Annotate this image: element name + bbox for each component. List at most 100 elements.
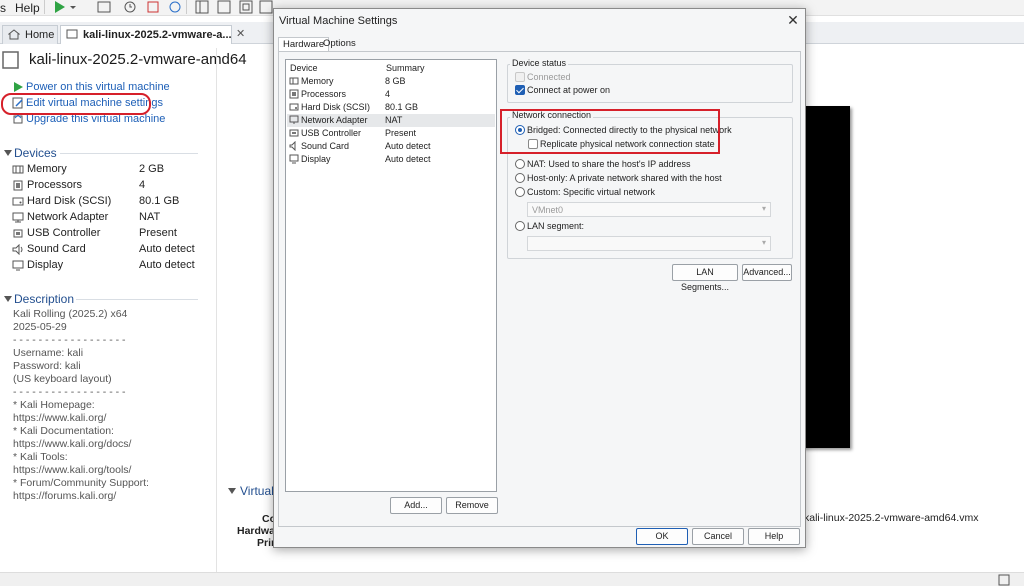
description-line: https://forums.kali.org/ <box>13 490 117 502</box>
list-item-usb-controller[interactable]: USB Controller Present <box>287 127 495 140</box>
vmnet-select[interactable]: VMnet0 ▾ <box>527 202 771 217</box>
device-row-usb-controller[interactable]: USB Controller Present <box>0 227 200 241</box>
list-item-value: 8 GB <box>385 76 406 86</box>
description-line: - - - - - - - - - - - - - - - - - - <box>13 334 126 346</box>
nat-radio[interactable] <box>515 159 525 169</box>
bridged-highlight <box>500 109 720 154</box>
description-collapse-icon[interactable] <box>4 296 12 302</box>
power-on-link[interactable]: Power on this virtual machine <box>26 81 170 93</box>
vm-icon <box>66 29 78 39</box>
menu-separator <box>44 0 45 14</box>
connected-label: Connected <box>527 72 571 82</box>
vm-console-preview[interactable] <box>802 106 850 448</box>
description-line: https://www.kali.org/tools/ <box>13 464 132 476</box>
list-item-processors[interactable]: Processors 4 <box>287 88 495 101</box>
lan-segment-select[interactable]: ▾ <box>527 236 771 251</box>
device-name: USB Controller <box>27 227 101 239</box>
revert-snapshot-icon[interactable] <box>145 0 161 14</box>
help-button[interactable]: Help <box>748 528 800 545</box>
list-item-name: Processors <box>301 89 347 99</box>
message-log-icon[interactable] <box>998 574 1010 586</box>
description-line: (US keyboard layout) <box>13 373 112 385</box>
list-item-value: Present <box>385 128 417 138</box>
device-row-display[interactable]: Display Auto detect <box>0 259 200 273</box>
list-item-value: 80.1 GB <box>385 102 419 112</box>
play-icon[interactable] <box>52 0 68 14</box>
list-item-memory[interactable]: Memory 8 GB <box>287 75 495 88</box>
connect-at-power-on-checkbox[interactable] <box>515 85 525 95</box>
list-item-hard-disk[interactable]: Hard Disk (SCSI) 80.1 GB <box>287 101 495 114</box>
list-item-sound-card[interactable]: Sound Card Auto detect <box>287 140 495 153</box>
tab-close-icon[interactable]: ✕ <box>236 27 245 40</box>
unity-icon[interactable] <box>258 0 274 14</box>
sidebar-view-icon[interactable] <box>194 0 210 14</box>
cancel-button[interactable]: Cancel <box>692 528 744 545</box>
tab-kali-vm[interactable]: kali-linux-2025.2-vmware-a... <box>60 25 232 44</box>
description-divider <box>76 299 198 300</box>
device-value: 80.1 GB <box>139 195 180 207</box>
display-icon <box>12 260 24 271</box>
devices-collapse-icon[interactable] <box>4 150 12 156</box>
vm-title: kali-linux-2025.2-vmware-amd64 <box>29 51 247 68</box>
device-value: NAT <box>139 211 161 223</box>
tab-kali-vm-label: kali-linux-2025.2-vmware-a... <box>83 29 232 41</box>
description-line: Password: kali <box>13 360 81 372</box>
toolbar-icon[interactable] <box>96 0 112 14</box>
lan-segments-button[interactable]: LAN Segments... <box>672 264 738 292</box>
chevron-down-icon: ▾ <box>761 238 766 247</box>
console-view-icon[interactable] <box>216 0 232 14</box>
list-item-network-adapter[interactable]: Network Adapter NAT <box>287 114 495 127</box>
snapshot-manager-icon[interactable] <box>167 0 183 14</box>
list-item-name: Hard Disk (SCSI) <box>301 102 371 112</box>
device-name: Sound Card <box>27 243 86 255</box>
device-status-group <box>507 64 793 103</box>
advanced-button[interactable]: Advanced... <box>742 264 792 281</box>
menu-help[interactable]: Help <box>15 1 40 15</box>
details-collapse-icon[interactable] <box>228 488 236 494</box>
device-value: Present <box>139 227 177 239</box>
chevron-down-icon[interactable] <box>68 0 78 14</box>
chevron-down-icon: ▾ <box>761 204 766 213</box>
snapshot-icon[interactable] <box>122 0 138 14</box>
connected-checkbox[interactable] <box>515 72 525 82</box>
device-value: Auto detect <box>139 259 195 271</box>
display-icon <box>289 154 299 164</box>
description-line: 2025-05-29 <box>13 321 67 333</box>
device-row-processors[interactable]: Processors 4 <box>0 179 200 193</box>
tab-home[interactable]: Home <box>2 25 58 44</box>
vm-settings-dialog: Virtual Machine Settings ✕ Hardware Opti… <box>273 8 806 548</box>
close-icon[interactable]: ✕ <box>784 12 802 28</box>
lan-segment-radio[interactable] <box>515 221 525 231</box>
hardware-device-list[interactable]: Device Summary Memory 8 GB Processors 4 … <box>285 59 497 492</box>
list-item-name: Sound Card <box>301 141 350 151</box>
device-name: Display <box>27 259 64 271</box>
custom-radio[interactable] <box>515 187 525 197</box>
device-row-hard-disk[interactable]: Hard Disk (SCSI) 80.1 GB <box>0 195 200 209</box>
host-only-radio[interactable] <box>515 173 525 183</box>
column-header-summary: Summary <box>386 63 425 73</box>
memory-icon <box>289 77 299 85</box>
device-status-label: Device status <box>510 58 569 68</box>
device-value: 4 <box>139 179 146 191</box>
list-item-display[interactable]: Display Auto detect <box>287 153 495 166</box>
menu-partial[interactable]: s <box>0 1 6 15</box>
edit-settings-highlight <box>1 93 151 115</box>
ok-button[interactable]: OK <box>636 528 688 545</box>
add-device-button[interactable]: Add... <box>390 497 442 514</box>
description-line: Kali Rolling (2025.2) x64 <box>13 308 128 320</box>
list-item-value: NAT <box>385 115 403 125</box>
device-row-network-adapter[interactable]: Network Adapter NAT <box>0 211 200 225</box>
connect-at-power-on-label: Connect at power on <box>527 85 611 95</box>
remove-device-button[interactable]: Remove <box>446 497 498 514</box>
vmx-path: kali-linux-2025.2-vmware-amd64.vmx <box>804 512 979 524</box>
device-row-memory[interactable]: Memory 2 GB <box>0 163 200 177</box>
device-name: Processors <box>27 179 83 191</box>
custom-label: Custom: Specific virtual network <box>527 187 656 197</box>
full-screen-icon[interactable] <box>238 0 254 14</box>
status-bar <box>0 572 1024 586</box>
description-heading: Description <box>14 292 75 306</box>
device-row-sound-card[interactable]: Sound Card Auto detect <box>0 243 200 257</box>
hard-disk-icon <box>12 197 24 206</box>
devices-divider <box>60 153 198 154</box>
tab-options[interactable]: Options <box>319 37 360 52</box>
